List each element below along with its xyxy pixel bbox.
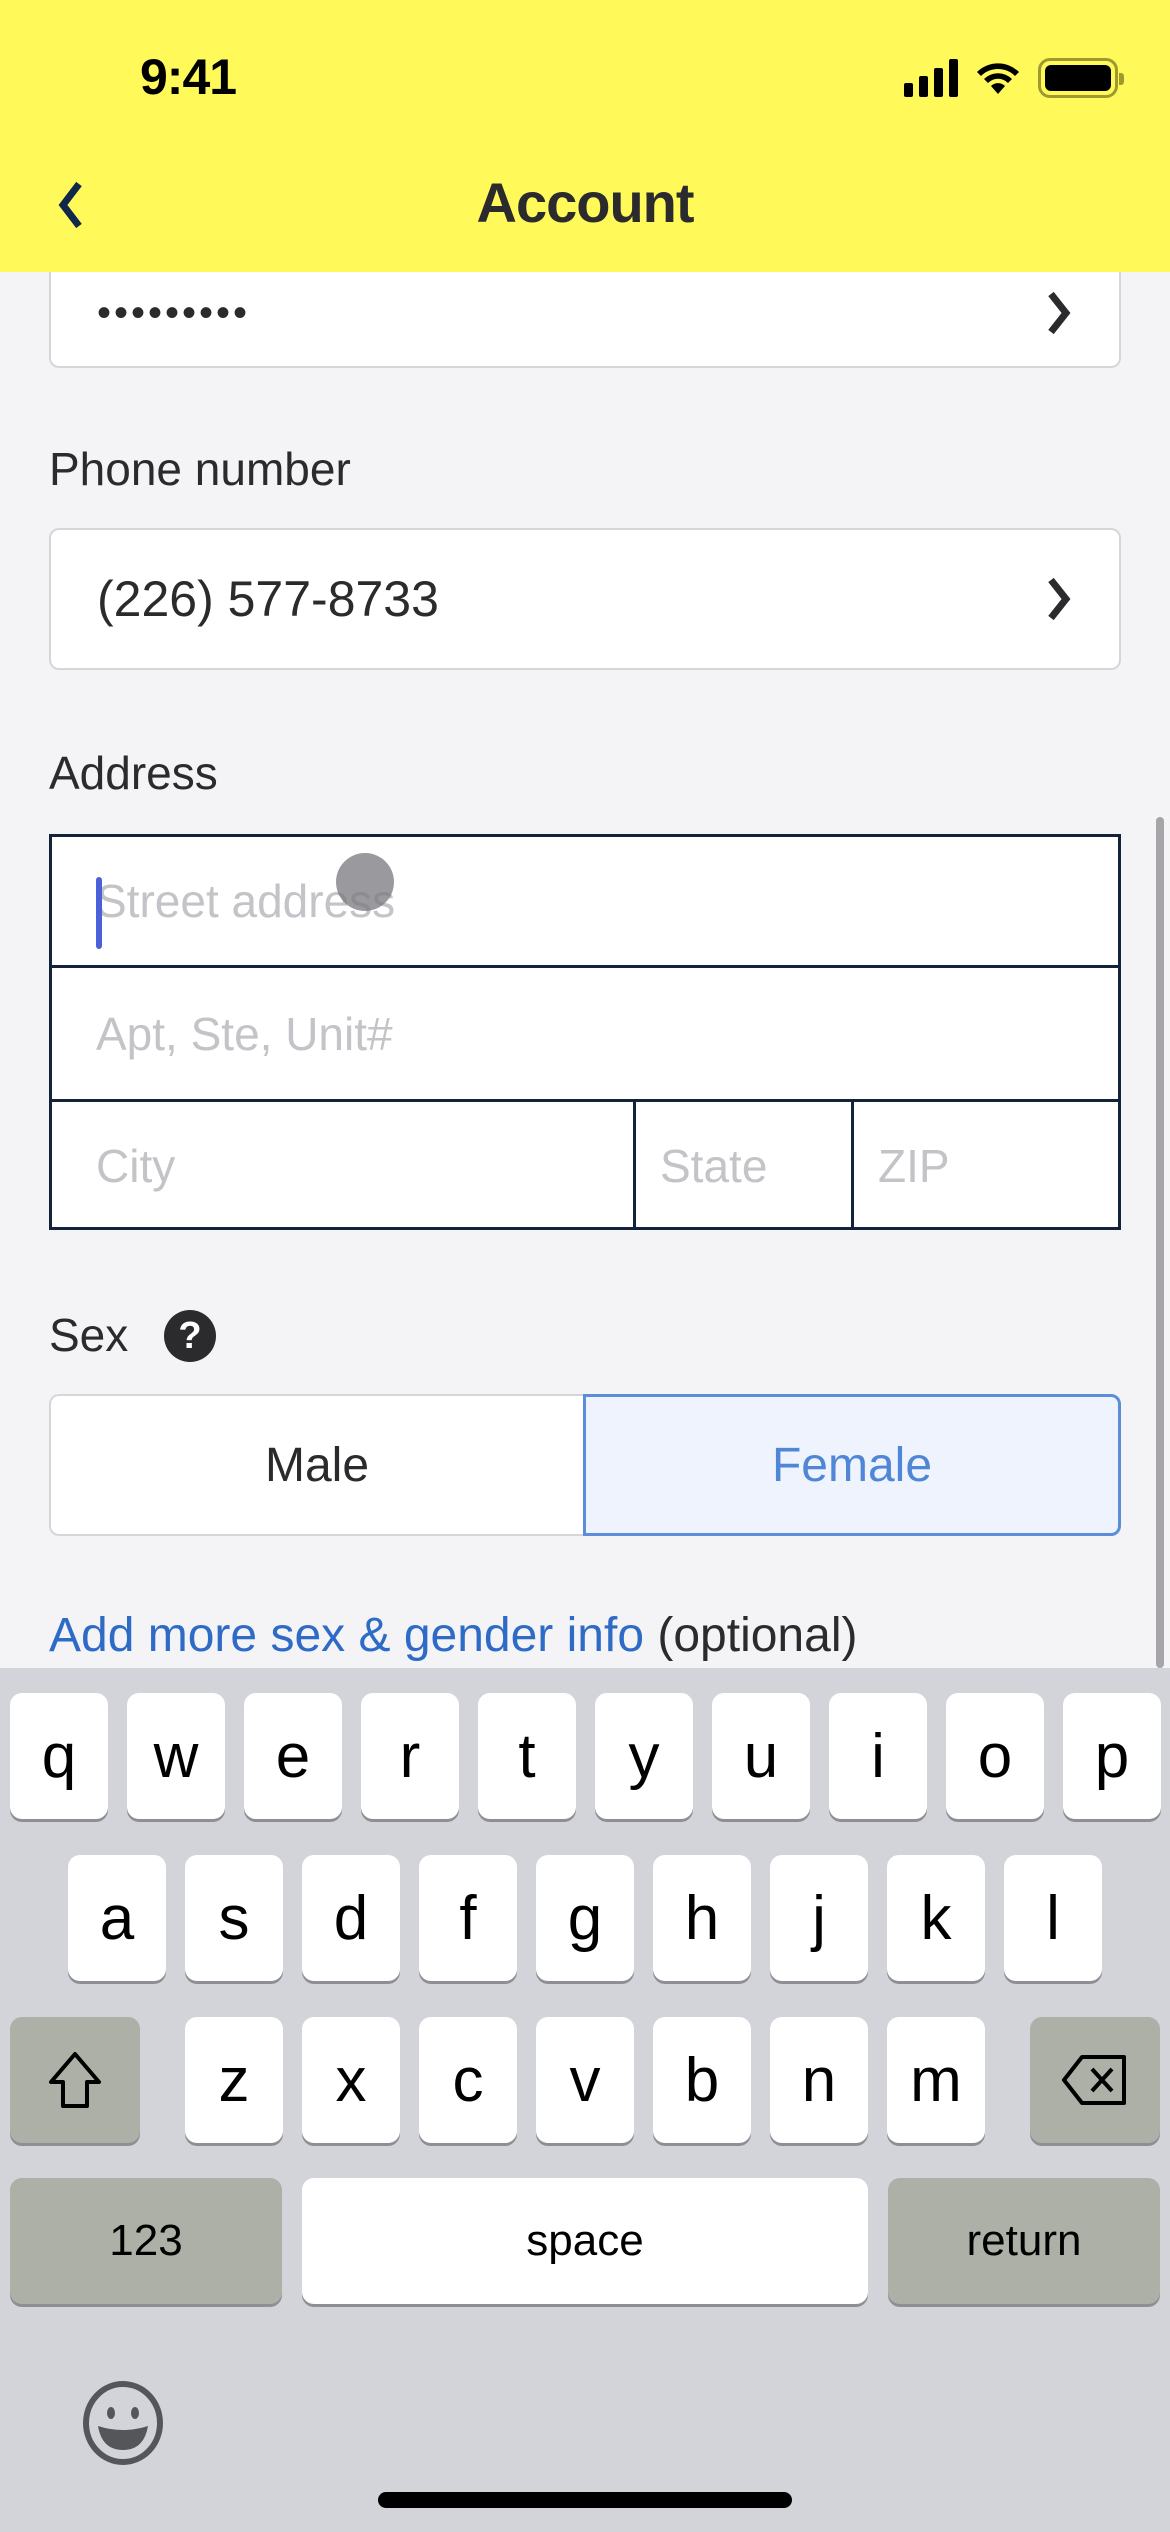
home-indicator[interactable]: [378, 2492, 792, 2508]
battery-icon: [1038, 58, 1124, 98]
key-v[interactable]: v: [536, 2017, 634, 2143]
keyboard: qwertyuiop asdfghjkl zxcvbnm 123 space r…: [0, 1668, 1170, 2532]
key-r[interactable]: r: [361, 1693, 459, 1819]
address-form: Street address Apt, Ste, Unit# City Stat…: [49, 834, 1121, 1230]
key-f[interactable]: f: [419, 1855, 517, 1981]
key-n[interactable]: n: [770, 2017, 868, 2143]
apt-unit-input[interactable]: Apt, Ste, Unit#: [52, 968, 1118, 1099]
key-a[interactable]: a: [68, 1855, 166, 1981]
sex-label: Sex: [49, 1309, 129, 1361]
sex-option-male[interactable]: Male: [49, 1394, 583, 1536]
key-u[interactable]: u: [712, 1693, 810, 1819]
state-input[interactable]: State: [636, 1102, 854, 1230]
key-y[interactable]: y: [595, 1693, 693, 1819]
apt-unit-placeholder: Apt, Ste, Unit#: [96, 1007, 393, 1060]
keyboard-row-1: qwertyuiop: [0, 1693, 1170, 1819]
sex-selector: Male Female: [49, 1394, 1121, 1536]
status-time: 9:41: [140, 49, 237, 105]
wifi-icon: [977, 63, 1019, 94]
nav-header: 9:41 Account: [0, 0, 1170, 272]
zip-placeholder: ZIP: [878, 1140, 950, 1192]
key-l[interactable]: l: [1004, 1855, 1102, 1981]
scrollbar[interactable]: [1156, 817, 1164, 1668]
key-z[interactable]: z: [185, 2017, 283, 2143]
phone-field[interactable]: (226) 577-8733: [49, 528, 1121, 670]
shift-key[interactable]: [10, 2017, 140, 2143]
delete-key[interactable]: [1030, 2017, 1160, 2143]
key-i[interactable]: i: [829, 1693, 927, 1819]
text-cursor: [96, 877, 102, 949]
key-s[interactable]: s: [185, 1855, 283, 1981]
key-c[interactable]: c: [419, 2017, 517, 2143]
key-e[interactable]: e: [244, 1693, 342, 1819]
key-t[interactable]: t: [478, 1693, 576, 1819]
sex-option-female[interactable]: Female: [583, 1394, 1121, 1536]
key-b[interactable]: b: [653, 2017, 751, 2143]
phone-value: (226) 577-8733: [97, 571, 439, 627]
key-k[interactable]: k: [887, 1855, 985, 1981]
street-address-input[interactable]: Street address: [52, 837, 1118, 965]
optional-note: (optional): [644, 1609, 858, 1662]
numbers-key-label: 123: [109, 2216, 183, 2265]
backspace-icon: [1062, 2055, 1126, 2105]
key-j[interactable]: j: [770, 1855, 868, 1981]
return-key-label: return: [966, 2216, 1082, 2265]
state-placeholder: State: [660, 1140, 768, 1192]
chevron-right-icon: [1048, 291, 1071, 335]
keyboard-row-4: 123 space return: [0, 2178, 1170, 2304]
numbers-key[interactable]: 123: [10, 2178, 282, 2304]
zip-input[interactable]: ZIP: [854, 1102, 1118, 1230]
return-key[interactable]: return: [888, 2178, 1160, 2304]
key-q[interactable]: q: [10, 1693, 108, 1819]
touch-indicator: [336, 853, 394, 911]
password-value: •••••••••: [97, 290, 251, 335]
password-field[interactable]: •••••••••: [49, 272, 1121, 368]
key-m[interactable]: m: [887, 2017, 985, 2143]
key-o[interactable]: o: [946, 1693, 1044, 1819]
keyboard-row-2: asdfghjkl: [0, 1855, 1170, 1981]
more-info-row: Add more sex & gender info (optional): [49, 1608, 857, 1663]
key-h[interactable]: h: [653, 1855, 751, 1981]
status-icons: [904, 58, 1124, 98]
shift-icon: [49, 2052, 101, 2108]
account-form: ••••••••• Phone number (226) 577-8733 Ad…: [0, 272, 1170, 1668]
key-g[interactable]: g: [536, 1855, 634, 1981]
address-label: Address: [49, 747, 218, 799]
key-d[interactable]: d: [302, 1855, 400, 1981]
space-key-label: space: [526, 2216, 644, 2265]
city-placeholder: City: [96, 1140, 176, 1192]
key-p[interactable]: p: [1063, 1693, 1161, 1819]
keyboard-row-3: zxcvbnm: [0, 2017, 1170, 2143]
chevron-right-icon: [1048, 577, 1071, 621]
space-key[interactable]: space: [302, 2178, 868, 2304]
phone-label: Phone number: [49, 443, 351, 495]
help-icon[interactable]: ?: [164, 1310, 216, 1362]
emoji-icon[interactable]: [80, 2380, 166, 2466]
add-gender-info-link[interactable]: Add more sex & gender info: [49, 1609, 644, 1662]
key-x[interactable]: x: [302, 2017, 400, 2143]
key-w[interactable]: w: [127, 1693, 225, 1819]
page-title: Account: [476, 171, 695, 234]
city-input[interactable]: City: [52, 1102, 636, 1230]
cellular-signal-icon: [904, 59, 958, 97]
